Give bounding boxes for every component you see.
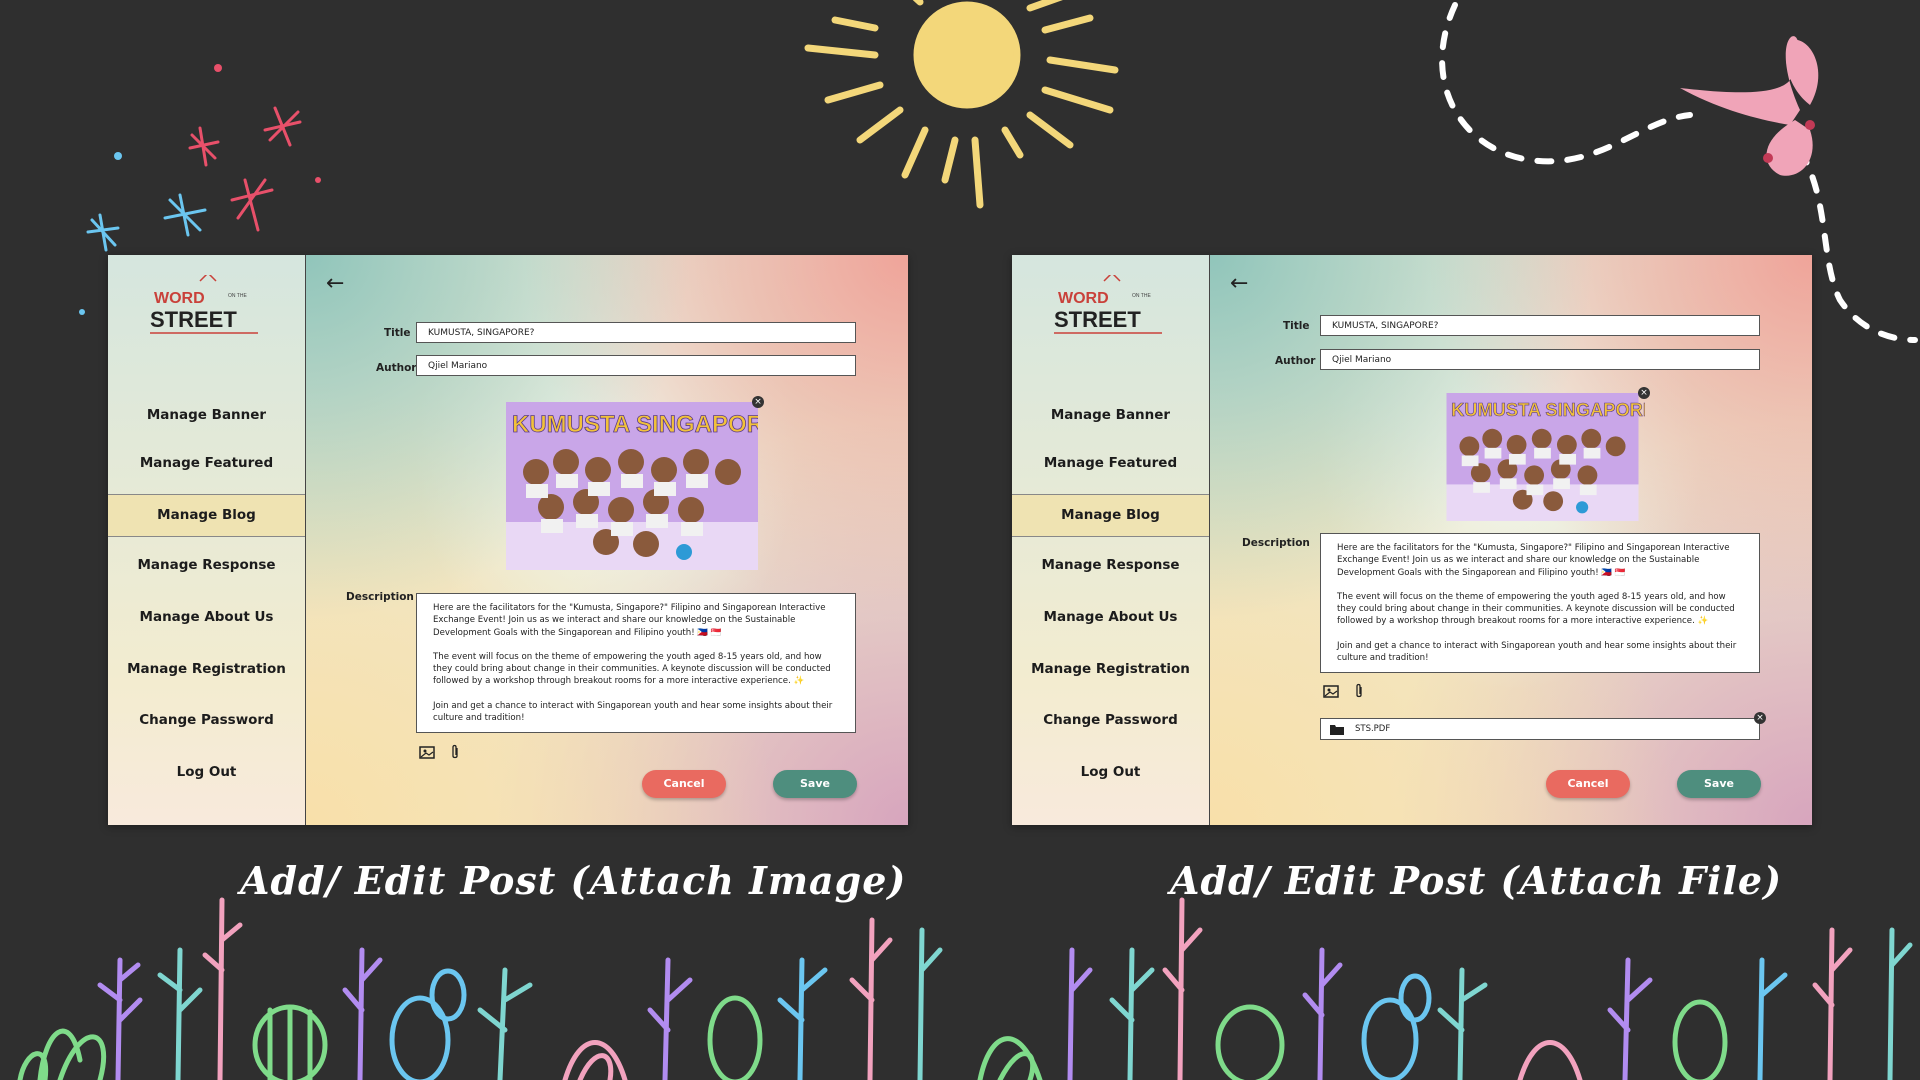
nav-change-password[interactable]: Change Password bbox=[1012, 712, 1209, 728]
description-paragraph: Join and get a chance to interact with S… bbox=[433, 700, 833, 724]
attached-image-preview: KUMUSTA SINGAPORE? bbox=[1446, 393, 1645, 521]
nav-manage-registration[interactable]: Manage Registration bbox=[108, 661, 305, 677]
nav-manage-banner[interactable]: Manage Banner bbox=[1012, 407, 1209, 423]
title-label: Title bbox=[384, 327, 411, 339]
paperclip-icon[interactable] bbox=[1350, 682, 1368, 700]
image-icon[interactable] bbox=[418, 743, 436, 761]
remove-file-close-icon[interactable]: × bbox=[1754, 712, 1766, 724]
save-button[interactable]: Save bbox=[773, 770, 857, 798]
butterfly-doodle bbox=[1680, 36, 1819, 176]
nav-manage-response[interactable]: Manage Response bbox=[1012, 557, 1209, 573]
nav-manage-featured[interactable]: Manage Featured bbox=[1012, 455, 1209, 471]
attached-image-preview: KUMUSTA SINGAPORE? bbox=[506, 402, 758, 570]
author-input[interactable]: Qjiel Mariano bbox=[416, 355, 856, 376]
paperclip-icon[interactable] bbox=[446, 743, 464, 761]
save-button[interactable]: Save bbox=[1677, 770, 1761, 798]
svg-text:KUMUSTA SINGAPORE?: KUMUSTA SINGAPORE? bbox=[512, 411, 758, 438]
author-label: Author bbox=[1275, 355, 1316, 367]
svg-text:ON THE: ON THE bbox=[1132, 293, 1151, 299]
description-paragraph: Here are the facilitators for the "Kumus… bbox=[1337, 543, 1730, 578]
nav-manage-blog[interactable]: Manage Blog bbox=[1012, 494, 1209, 537]
caption-attach-file: Add/ Edit Post (Attach File) bbox=[1170, 858, 1783, 903]
post-editor: ← Title KUMUSTA, SINGAPORE? Author Qjiel… bbox=[306, 255, 908, 825]
nav-log-out[interactable]: Log Out bbox=[108, 764, 305, 780]
description-paragraph: The event will focus on the theme of emp… bbox=[433, 651, 831, 687]
cactus-border-doodle bbox=[17, 897, 1913, 1080]
description-label: Description bbox=[1242, 537, 1310, 549]
svg-text:ON THE: ON THE bbox=[228, 293, 247, 299]
title-label: Title bbox=[1283, 320, 1310, 332]
caption-attach-image: Add/ Edit Post (Attach Image) bbox=[240, 858, 907, 903]
nav-manage-about-us[interactable]: Manage About Us bbox=[108, 609, 305, 625]
nav-manage-featured[interactable]: Manage Featured bbox=[108, 455, 305, 471]
remove-image-close-icon[interactable]: × bbox=[752, 396, 764, 408]
cancel-button[interactable]: Cancel bbox=[642, 770, 726, 798]
attached-file-row: STS.PDF bbox=[1320, 718, 1760, 740]
description-paragraph: The event will focus on the theme of emp… bbox=[1337, 591, 1735, 627]
svg-text:WORD: WORD bbox=[1058, 290, 1109, 307]
description-textarea[interactable]: Here are the facilitators for the "Kumus… bbox=[416, 593, 856, 733]
svg-text:KUMUSTA SINGAPORE?: KUMUSTA SINGAPORE? bbox=[1451, 399, 1645, 420]
remove-image-close-icon[interactable]: × bbox=[1638, 387, 1650, 399]
title-input[interactable]: KUMUSTA, SINGAPORE? bbox=[1320, 315, 1760, 336]
nav-change-password[interactable]: Change Password bbox=[108, 712, 305, 728]
svg-text:STREET: STREET bbox=[1054, 307, 1141, 332]
nav-manage-blog[interactable]: Manage Blog bbox=[108, 494, 305, 537]
word-on-the-street-logo: WORD ON THE STREET bbox=[150, 275, 258, 334]
word-on-the-street-logo: WORD ON THE STREET bbox=[1054, 275, 1162, 334]
nav-manage-about-us[interactable]: Manage About Us bbox=[1012, 609, 1209, 625]
svg-text:STREET: STREET bbox=[150, 307, 237, 332]
title-input[interactable]: KUMUSTA, SINGAPORE? bbox=[416, 322, 856, 343]
post-editor: ← Title KUMUSTA, SINGAPORE? Author Qjiel… bbox=[1210, 255, 1812, 825]
sidebar: WORD ON THE STREET Manage Banner Manage … bbox=[108, 255, 306, 825]
nav-log-out[interactable]: Log Out bbox=[1012, 764, 1209, 780]
admin-panel-attach-file: WORD ON THE STREET Manage Banner Manage … bbox=[1012, 255, 1812, 825]
description-label: Description bbox=[346, 591, 414, 603]
sidebar: WORD ON THE STREET Manage Banner Manage … bbox=[1012, 255, 1210, 825]
nav-manage-registration[interactable]: Manage Registration bbox=[1012, 661, 1209, 677]
author-input[interactable]: Qjiel Mariano bbox=[1320, 349, 1760, 370]
sun-doodle bbox=[804, 0, 1119, 209]
svg-text:WORD: WORD bbox=[154, 290, 205, 307]
nav-manage-response[interactable]: Manage Response bbox=[108, 557, 305, 573]
image-icon[interactable] bbox=[1322, 682, 1340, 700]
description-paragraph: Join and get a chance to interact with S… bbox=[1337, 640, 1737, 664]
author-label: Author bbox=[376, 362, 417, 374]
admin-panel-attach-image: WORD ON THE STREET Manage Banner Manage … bbox=[108, 255, 908, 825]
arrow-left-icon[interactable]: ← bbox=[326, 271, 344, 296]
folder-icon bbox=[1330, 725, 1344, 735]
attached-file-name: STS.PDF bbox=[1355, 724, 1391, 734]
cancel-button[interactable]: Cancel bbox=[1546, 770, 1630, 798]
nav-manage-banner[interactable]: Manage Banner bbox=[108, 407, 305, 423]
description-textarea[interactable]: Here are the facilitators for the "Kumus… bbox=[1320, 533, 1760, 673]
arrow-left-icon[interactable]: ← bbox=[1230, 271, 1248, 296]
description-paragraph: Here are the facilitators for the "Kumus… bbox=[433, 603, 826, 638]
